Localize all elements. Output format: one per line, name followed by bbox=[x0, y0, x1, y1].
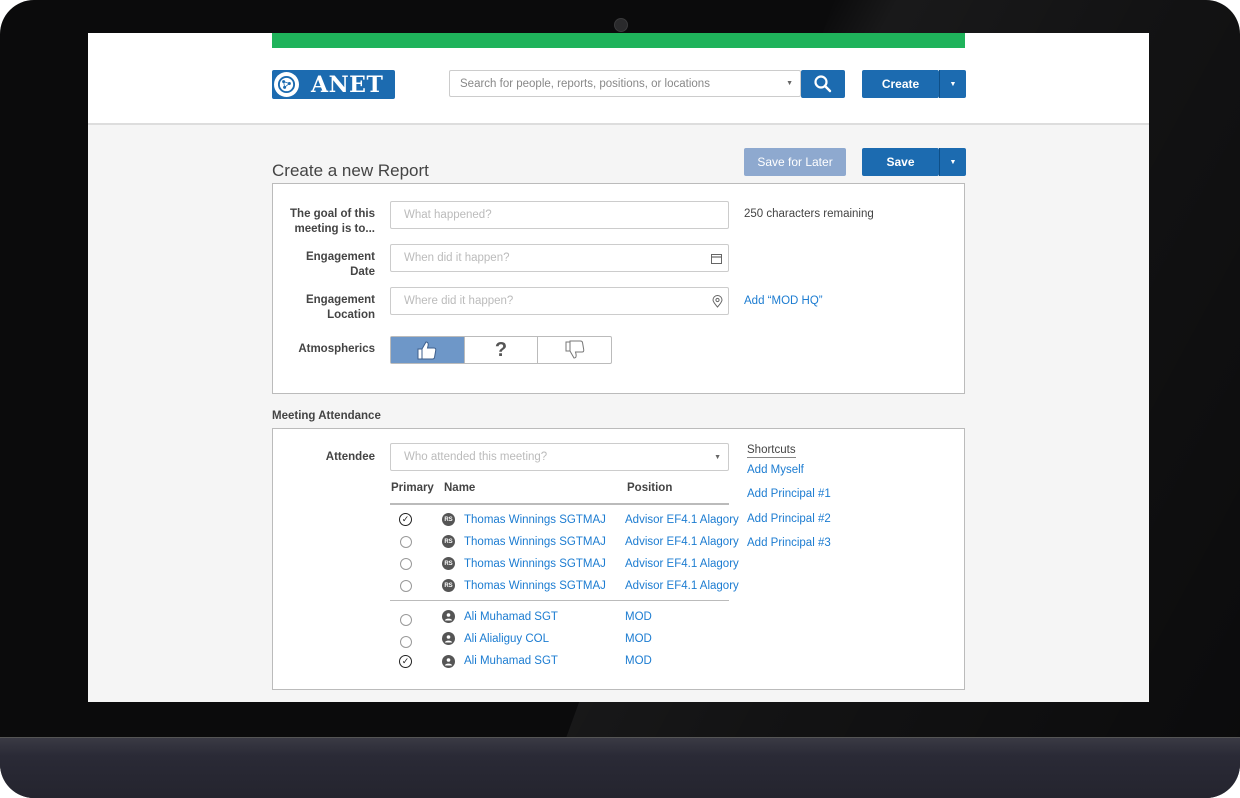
global-search-input[interactable]: Search for people, reports, positions, o… bbox=[449, 70, 801, 97]
primary-checked-icon[interactable]: ✓ bbox=[399, 513, 412, 526]
primary-radio[interactable] bbox=[400, 536, 412, 548]
atmospherics-neutral-button[interactable]: ? bbox=[463, 337, 539, 363]
column-header-primary: Primary bbox=[391, 482, 434, 494]
primary-radio[interactable] bbox=[400, 636, 412, 648]
engagement-location-input[interactable]: Where did it happen? bbox=[390, 287, 729, 315]
logo-network-icon bbox=[274, 72, 299, 97]
attendee-position-link[interactable]: Advisor EF4.1 Alagory bbox=[625, 580, 739, 592]
attendee-position-link[interactable]: Advisor EF4.1 Alagory bbox=[625, 558, 739, 570]
chevron-down-icon: ▼ bbox=[786, 80, 793, 87]
table-header-divider bbox=[390, 503, 729, 505]
page-title: Create a new Report bbox=[272, 161, 429, 180]
attendee-label: Attendee bbox=[325, 451, 375, 463]
caret-down-icon: ▼ bbox=[949, 80, 957, 88]
attendee-position-link[interactable]: MOD bbox=[625, 655, 652, 667]
add-principal-2-link[interactable]: Add Principal #2 bbox=[747, 513, 831, 525]
location-placeholder: Where did it happen? bbox=[404, 295, 514, 307]
app-screen: ANET Search for people, reports, positio… bbox=[88, 33, 1149, 702]
add-myself-link[interactable]: Add Myself bbox=[747, 464, 804, 476]
goal-label: The goal of this meeting is to... bbox=[290, 208, 375, 235]
question-mark-icon: ? bbox=[494, 338, 508, 361]
laptop-bezel: ANET Search for people, reports, positio… bbox=[0, 0, 1240, 798]
app-header: ANET Search for people, reports, positio… bbox=[88, 33, 1149, 125]
attendee-position-link[interactable]: MOD bbox=[625, 633, 652, 645]
column-header-position: Position bbox=[627, 482, 673, 494]
laptop-chin bbox=[0, 737, 1240, 798]
chevron-down-icon: ▼ bbox=[714, 454, 721, 461]
goal-input[interactable]: What happened? bbox=[390, 201, 729, 229]
thumbs-up-icon bbox=[417, 341, 437, 360]
attendee-name-link[interactable]: Ali Muhamad SGT bbox=[464, 655, 558, 667]
primary-checked-icon[interactable]: ✓ bbox=[399, 655, 412, 668]
attendee-name-link[interactable]: Thomas Winnings SGTMAJ bbox=[464, 536, 606, 548]
principal-avatar-icon bbox=[442, 655, 455, 668]
add-principal-3-link[interactable]: Add Principal #3 bbox=[747, 537, 831, 549]
primary-radio[interactable] bbox=[400, 580, 412, 592]
add-mod-hq-link[interactable]: Add “MOD HQ” bbox=[744, 295, 823, 307]
attendee-name-link[interactable]: Thomas Winnings SGTMAJ bbox=[464, 514, 606, 526]
caret-down-icon: ▼ bbox=[949, 158, 957, 166]
engagement-date-input[interactable]: When did it happen? bbox=[390, 244, 729, 272]
characters-remaining: 250 characters remaining bbox=[744, 208, 874, 220]
advisor-avatar: RS bbox=[442, 513, 455, 526]
engagement-date-label: Engagement Date bbox=[305, 251, 375, 278]
logo-text: ANET bbox=[311, 71, 384, 98]
goal-placeholder: What happened? bbox=[404, 209, 492, 221]
atmospherics-label: Atmospherics bbox=[298, 343, 375, 355]
calendar-icon bbox=[711, 254, 722, 264]
advisor-avatar: RS bbox=[442, 535, 455, 548]
save-for-later-button[interactable]: Save for Later bbox=[744, 148, 846, 176]
group-divider bbox=[390, 600, 729, 601]
search-placeholder: Search for people, reports, positions, o… bbox=[460, 77, 710, 90]
advisor-avatar: RS bbox=[442, 579, 455, 592]
attendee-position-link[interactable]: Advisor EF4.1 Alagory bbox=[625, 514, 739, 526]
attendee-name-link[interactable]: Ali Muhamad SGT bbox=[464, 611, 558, 623]
atmospherics-toggle-group: ? bbox=[390, 336, 612, 364]
create-dropdown-toggle[interactable]: ▼ bbox=[939, 70, 966, 98]
attendee-name-link[interactable]: Thomas Winnings SGTMAJ bbox=[464, 558, 606, 570]
anet-logo[interactable]: ANET bbox=[272, 70, 395, 99]
attendee-position-link[interactable]: Advisor EF4.1 Alagory bbox=[625, 536, 739, 548]
header-accent-bar bbox=[272, 33, 965, 48]
principal-avatar-icon bbox=[442, 610, 455, 623]
create-button[interactable]: Create bbox=[862, 70, 939, 98]
attendee-placeholder: Who attended this meeting? bbox=[404, 451, 548, 463]
shortcuts-title: Shortcuts bbox=[747, 444, 796, 458]
date-placeholder: When did it happen? bbox=[404, 252, 510, 264]
meeting-attendance-title: Meeting Attendance bbox=[272, 410, 381, 422]
add-principal-1-link[interactable]: Add Principal #1 bbox=[747, 488, 831, 500]
principal-avatar-icon bbox=[442, 632, 455, 645]
column-header-name: Name bbox=[444, 482, 476, 494]
save-button[interactable]: Save bbox=[862, 148, 939, 176]
attendee-search-input[interactable]: Who attended this meeting? ▼ bbox=[390, 443, 729, 471]
primary-radio[interactable] bbox=[400, 614, 412, 626]
save-dropdown-toggle[interactable]: ▼ bbox=[939, 148, 966, 176]
map-pin-icon bbox=[712, 295, 723, 308]
search-button[interactable] bbox=[801, 70, 845, 98]
webcam bbox=[614, 18, 628, 32]
thumbs-down-icon bbox=[565, 340, 584, 359]
engagement-location-label: Engagement Location bbox=[305, 294, 375, 321]
attendee-name-link[interactable]: Ali Alialiguy COL bbox=[464, 633, 549, 645]
search-icon bbox=[814, 75, 832, 93]
attendee-name-link[interactable]: Thomas Winnings SGTMAJ bbox=[464, 580, 606, 592]
atmospherics-negative-button[interactable] bbox=[538, 337, 611, 363]
advisor-avatar: RS bbox=[442, 557, 455, 570]
primary-radio[interactable] bbox=[400, 558, 412, 570]
attendee-position-link[interactable]: MOD bbox=[625, 611, 652, 623]
atmospherics-positive-button[interactable] bbox=[391, 337, 464, 363]
